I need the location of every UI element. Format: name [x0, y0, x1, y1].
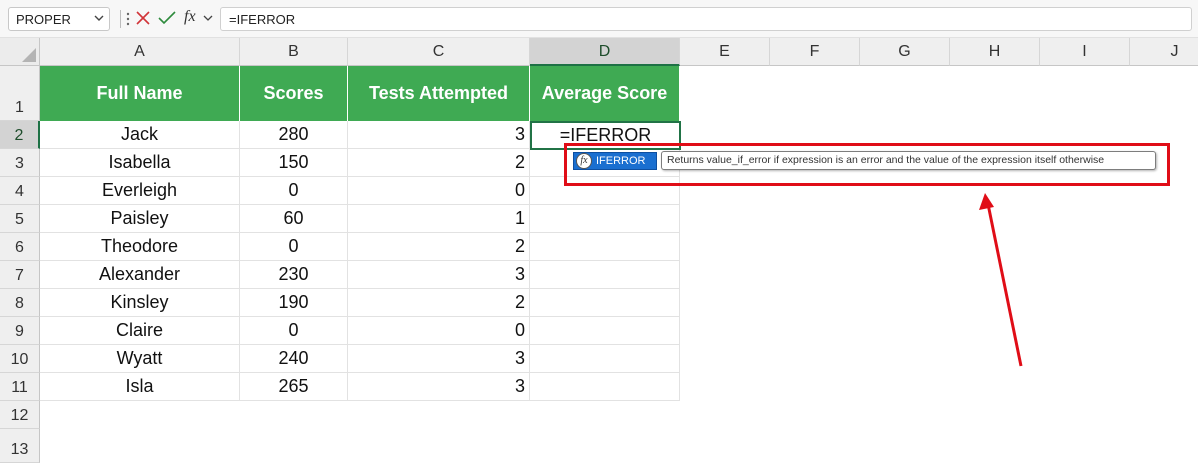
- formula-input[interactable]: =IFERROR: [220, 7, 1192, 31]
- column-header-i[interactable]: I: [1040, 38, 1130, 66]
- cell-average[interactable]: [530, 317, 680, 345]
- column-header-h[interactable]: H: [950, 38, 1040, 66]
- cancel-icon[interactable]: [136, 11, 150, 25]
- divider: [120, 10, 121, 28]
- cell-name[interactable]: Jack: [40, 121, 240, 149]
- row-header-7[interactable]: 7: [0, 261, 40, 289]
- column-header-b[interactable]: B: [240, 38, 348, 66]
- column-header-d[interactable]: D: [530, 38, 680, 66]
- cell-average[interactable]: [530, 233, 680, 261]
- cell-name[interactable]: Isabella: [40, 149, 240, 177]
- row-header-4[interactable]: 4: [0, 177, 40, 205]
- cell-tests[interactable]: 3: [348, 261, 530, 289]
- column-header-c[interactable]: C: [348, 38, 530, 66]
- cell-name[interactable]: Everleigh: [40, 177, 240, 205]
- column-header-j[interactable]: J: [1130, 38, 1198, 66]
- cell-tests[interactable]: 2: [348, 233, 530, 261]
- row-header-12[interactable]: 12: [0, 401, 40, 429]
- annotation-highlight-box: [564, 143, 1170, 186]
- cell-score[interactable]: 0: [240, 317, 348, 345]
- cell-score[interactable]: 230: [240, 261, 348, 289]
- cell-tests[interactable]: 3: [348, 373, 530, 401]
- cell-tests[interactable]: 0: [348, 177, 530, 205]
- cell-score[interactable]: 280: [240, 121, 348, 149]
- cell-name[interactable]: Theodore: [40, 233, 240, 261]
- formula-text: =IFERROR: [229, 12, 296, 27]
- more-options-icon[interactable]: [126, 10, 130, 28]
- cell-average[interactable]: [530, 345, 680, 373]
- cell-score[interactable]: 60: [240, 205, 348, 233]
- cell-name[interactable]: Kinsley: [40, 289, 240, 317]
- active-cell-content: =IFERROR: [559, 125, 652, 145]
- cell-tests[interactable]: 1: [348, 205, 530, 233]
- row-header-3[interactable]: 3: [0, 149, 40, 177]
- cell-tests[interactable]: 3: [348, 345, 530, 373]
- column-header-a[interactable]: A: [40, 38, 240, 66]
- enter-check-icon[interactable]: [158, 11, 176, 25]
- select-all-corner[interactable]: [0, 38, 40, 66]
- cell-name[interactable]: Claire: [40, 317, 240, 345]
- header-cell-tests-attempted[interactable]: Tests Attempted: [348, 66, 530, 121]
- cell-average[interactable]: [530, 373, 680, 401]
- cell-score[interactable]: 150: [240, 149, 348, 177]
- cell-tests[interactable]: 2: [348, 149, 530, 177]
- insert-function-icon[interactable]: fx: [184, 8, 196, 26]
- cell-score[interactable]: 0: [240, 177, 348, 205]
- cell-name[interactable]: Wyatt: [40, 345, 240, 373]
- formula-bar: PROPER fx =IFERROR: [0, 0, 1198, 38]
- cell-tests[interactable]: 2: [348, 289, 530, 317]
- cell-name[interactable]: Isla: [40, 373, 240, 401]
- row-header-8[interactable]: 8: [0, 289, 40, 317]
- cell-score[interactable]: 190: [240, 289, 348, 317]
- row-header-11[interactable]: 11: [0, 373, 40, 401]
- column-header-e[interactable]: E: [680, 38, 770, 66]
- row-header-5[interactable]: 5: [0, 205, 40, 233]
- row-header-9[interactable]: 9: [0, 317, 40, 345]
- row-header-10[interactable]: 10: [0, 345, 40, 373]
- row-header-13[interactable]: 13: [0, 429, 40, 463]
- cell-tests[interactable]: 3: [348, 121, 530, 149]
- row-header-6[interactable]: 6: [0, 233, 40, 261]
- row-header-1[interactable]: 1: [0, 66, 40, 121]
- cell-average[interactable]: [530, 205, 680, 233]
- header-cell-scores[interactable]: Scores: [240, 66, 348, 121]
- cell-score[interactable]: 240: [240, 345, 348, 373]
- cell-average[interactable]: [530, 289, 680, 317]
- annotation-arrow-icon: [979, 193, 1023, 367]
- cell-score[interactable]: 265: [240, 373, 348, 401]
- cell-score[interactable]: 0: [240, 233, 348, 261]
- name-box[interactable]: PROPER: [8, 7, 110, 31]
- cell-average[interactable]: [530, 261, 680, 289]
- column-header-g[interactable]: G: [860, 38, 950, 66]
- cell-tests[interactable]: 0: [348, 317, 530, 345]
- chevron-down-icon[interactable]: [203, 13, 213, 23]
- header-cell-full-name[interactable]: Full Name: [40, 66, 240, 121]
- column-header-f[interactable]: F: [770, 38, 860, 66]
- row-header-2[interactable]: 2: [0, 121, 40, 149]
- chevron-down-icon[interactable]: [93, 11, 105, 25]
- cell-name[interactable]: Alexander: [40, 261, 240, 289]
- name-box-value: PROPER: [16, 12, 71, 27]
- header-cell-average-score[interactable]: Average Score: [530, 66, 680, 121]
- cell-name[interactable]: Paisley: [40, 205, 240, 233]
